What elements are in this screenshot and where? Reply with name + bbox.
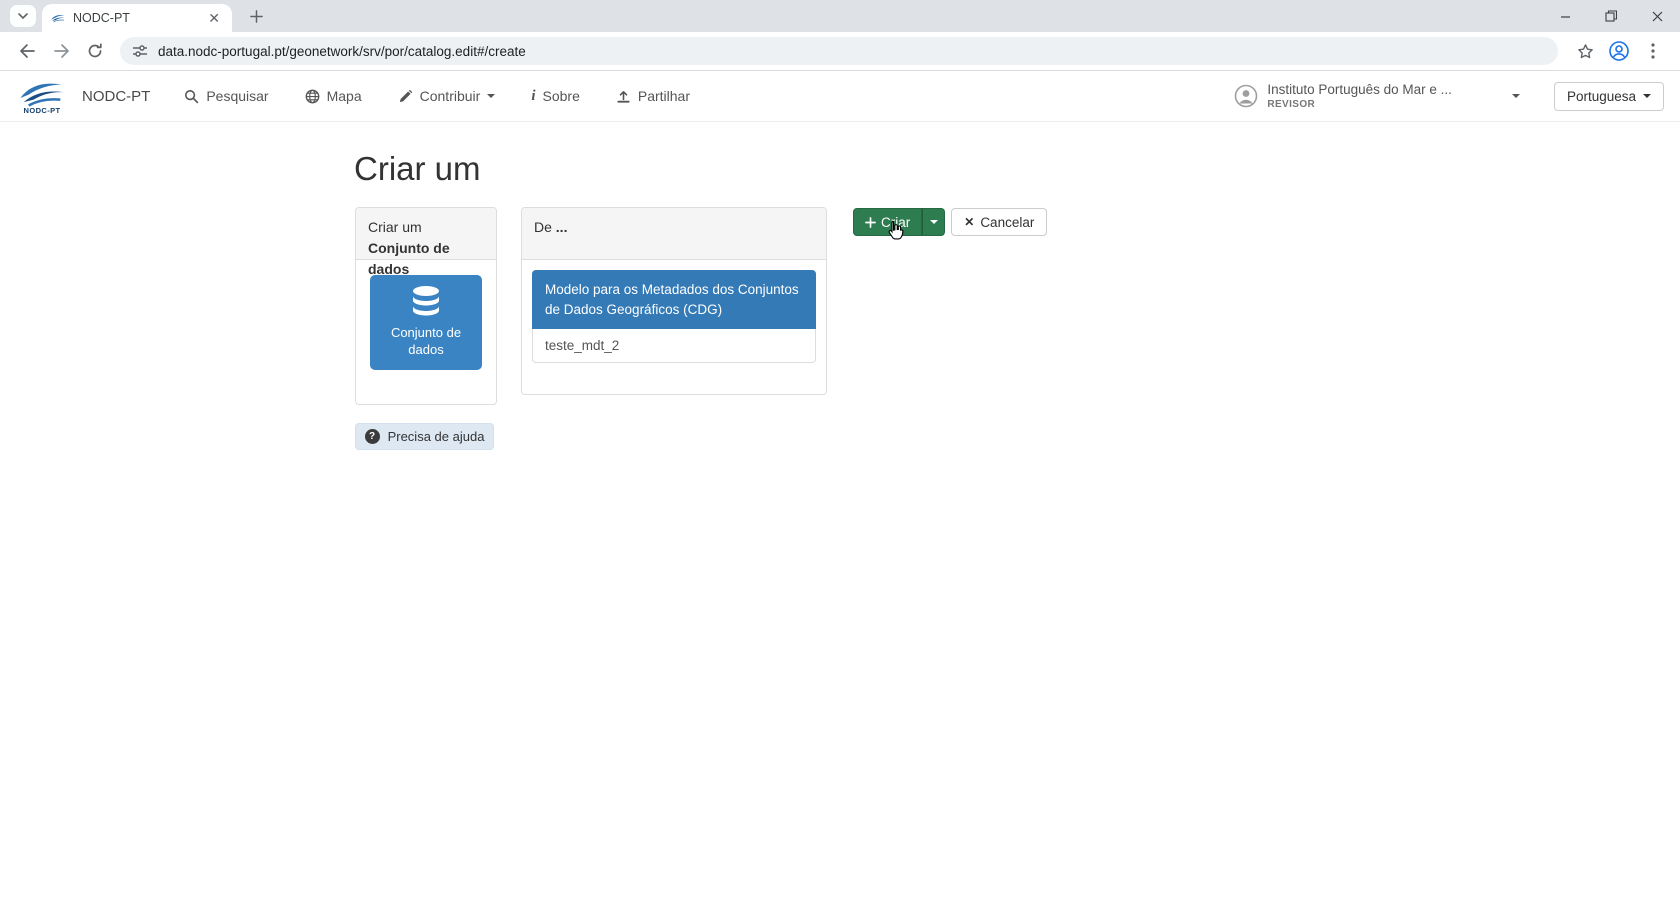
nav-item-contribuir[interactable]: Contribuir [398, 88, 496, 104]
bookmark-star-icon[interactable] [1571, 37, 1599, 65]
main-nav: Pesquisar Mapa Contribuir i Sobre Partil… [184, 88, 690, 104]
reload-icon[interactable] [81, 37, 109, 65]
chevron-down-icon [487, 94, 495, 98]
cancel-button[interactable]: ✕ Cancelar [951, 208, 1047, 236]
user-role: REVISOR [1267, 99, 1452, 110]
template-item-selected[interactable]: Modelo para os Metadados dos Conjuntos d… [532, 270, 816, 329]
create-panel-heading: Criar um Conjunto de dados [356, 208, 496, 260]
create-type-panel: Criar um Conjunto de dados Conjunto de d… [355, 207, 497, 405]
toolbar-right [1568, 37, 1670, 65]
back-icon[interactable] [13, 37, 41, 65]
nav-item-pesquisar[interactable]: Pesquisar [184, 88, 268, 104]
action-buttons: Criar ✕ Cancelar [853, 208, 1047, 236]
tab-favicon-nodc-icon [50, 12, 66, 24]
site-info-icon[interactable] [132, 44, 148, 58]
window-controls [1542, 0, 1680, 32]
template-item[interactable]: teste_mdt_2 [532, 329, 816, 363]
nav-label: Contribuir [420, 88, 481, 104]
chevron-down-icon [930, 220, 938, 224]
pencil-icon [398, 89, 413, 104]
address-bar[interactable]: data.nodc-portugal.pt/geonetwork/srv/por… [120, 37, 1558, 65]
browser-profile-icon[interactable] [1605, 37, 1633, 65]
user-menu-caret-icon[interactable] [1512, 94, 1520, 98]
language-label: Portuguesa [1567, 89, 1636, 104]
from-template-panel: De ... Modelo para os Metadados dos Conj… [521, 207, 827, 395]
nav-label: Partilhar [638, 88, 690, 104]
share-icon [616, 89, 631, 104]
nav-item-sobre[interactable]: i Sobre [531, 88, 580, 104]
main-content: Criar um Criar um Conjunto de dados Conj… [0, 122, 1680, 910]
tab-close-icon[interactable]: ✕ [204, 9, 224, 27]
nav-item-mapa[interactable]: Mapa [305, 88, 362, 104]
help-button-label: Precisa de ajuda [388, 429, 485, 444]
window-minimize-icon[interactable] [1542, 0, 1588, 32]
create-button[interactable]: Criar [853, 208, 922, 236]
avatar-icon [1234, 84, 1258, 108]
create-dropdown-button[interactable] [922, 208, 945, 236]
info-icon: i [531, 89, 535, 104]
heading-bold-text: Conjunto de dados [368, 240, 450, 277]
logo-caption: NODC-PT [24, 106, 61, 115]
browser-menu-kebab-icon[interactable] [1639, 37, 1667, 65]
search-icon [184, 89, 199, 104]
user-name: Instituto Português do Mar e ... [1267, 82, 1452, 98]
url-text: data.nodc-portugal.pt/geonetwork/srv/por… [158, 44, 526, 59]
window-restore-icon[interactable] [1588, 0, 1634, 32]
nav-label: Sobre [543, 88, 580, 104]
plus-icon [865, 217, 876, 228]
nodc-waves-icon [16, 78, 68, 108]
database-icon [407, 285, 445, 319]
user-menu[interactable]: Instituto Português do Mar e ... REVISOR [1234, 82, 1452, 109]
heading-text: Criar um [368, 219, 422, 235]
dataset-tile-label: Conjunto de dados [370, 325, 482, 359]
forward-icon[interactable] [47, 37, 75, 65]
create-button-label: Criar [881, 215, 910, 230]
header-right: Instituto Português do Mar e ... REVISOR… [1234, 82, 1664, 111]
close-icon: ✕ [964, 215, 974, 229]
nodc-logo[interactable]: NODC-PT [16, 78, 68, 115]
from-panel-heading: De ... [522, 208, 826, 260]
heading-text: De [534, 219, 556, 235]
tab-title: NODC-PT [73, 11, 204, 25]
language-selector[interactable]: Portuguesa [1554, 82, 1664, 111]
browser-tab[interactable]: NODC-PT ✕ [42, 4, 232, 32]
browser-tabstrip: NODC-PT ✕ [0, 0, 1680, 32]
help-button[interactable]: ? Precisa de ajuda [355, 423, 494, 450]
browser-toolbar: data.nodc-portugal.pt/geonetwork/srv/por… [0, 32, 1680, 71]
window-close-icon[interactable] [1634, 0, 1680, 32]
globe-icon [305, 89, 320, 104]
nav-label: Mapa [327, 88, 362, 104]
page-title: Criar um [354, 150, 481, 188]
tab-search-chevron-icon[interactable] [10, 5, 36, 27]
nav-item-partilhar[interactable]: Partilhar [616, 88, 690, 104]
site-header: NODC-PT NODC-PT Pesquisar Mapa Contribui… [0, 71, 1680, 122]
brand-title: NODC-PT [82, 88, 150, 105]
cancel-button-label: Cancelar [980, 215, 1034, 230]
question-icon: ? [365, 429, 380, 444]
template-list: Modelo para os Metadados dos Conjuntos d… [532, 270, 816, 363]
dataset-tile[interactable]: Conjunto de dados [370, 275, 482, 370]
new-tab-button[interactable] [244, 6, 268, 26]
chevron-down-icon [1643, 94, 1651, 98]
nav-label: Pesquisar [206, 88, 268, 104]
heading-bold-text: ... [556, 219, 568, 235]
